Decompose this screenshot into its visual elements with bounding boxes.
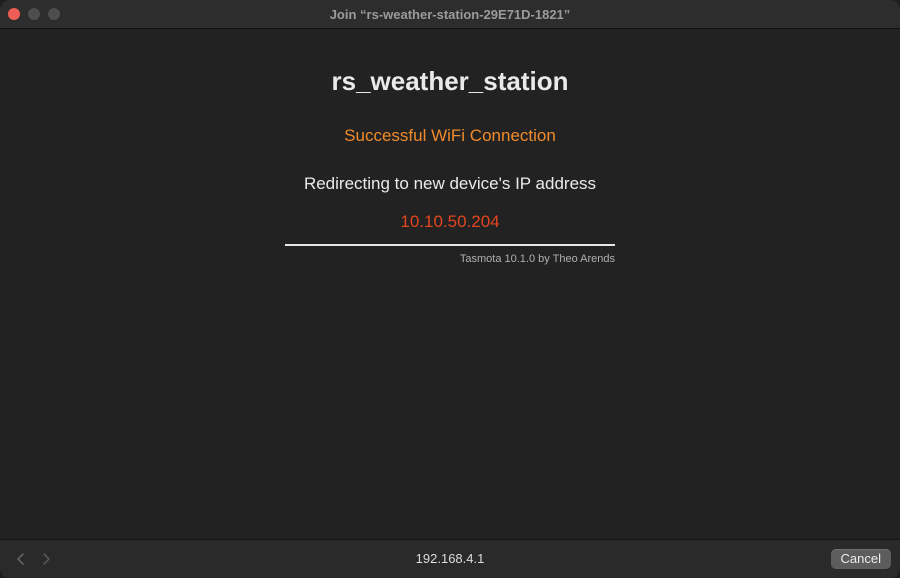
dialog-window: Join “rs-weather-station-29E71D-1821” rs… [0, 0, 900, 578]
web-content: rs_weather_station Successful WiFi Conne… [0, 29, 900, 539]
device-name-heading: rs_weather_station [331, 66, 569, 96]
ip-address: 10.10.50.204 [400, 212, 500, 231]
cancel-button[interactable]: Cancel [830, 549, 891, 569]
window-controls [8, 8, 60, 20]
url-display: 192.168.4.1 [415, 551, 485, 566]
divider [285, 244, 615, 246]
firmware-credit: Tasmota 10.1.0 by Theo Arends [459, 253, 615, 265]
title-bar: Join “rs-weather-station-29E71D-1821” [0, 0, 900, 29]
minimize-window-button[interactable] [28, 8, 40, 20]
connection-status: Successful WiFi Connection [344, 126, 556, 145]
close-window-button[interactable] [8, 8, 20, 20]
window-title: Join “rs-weather-station-29E71D-1821” [329, 6, 571, 22]
zoom-window-button[interactable] [48, 8, 60, 20]
redirect-message: Redirecting to new device's IP address [303, 174, 597, 193]
bottom-bar: 192.168.4.1 Cancel [0, 539, 900, 578]
